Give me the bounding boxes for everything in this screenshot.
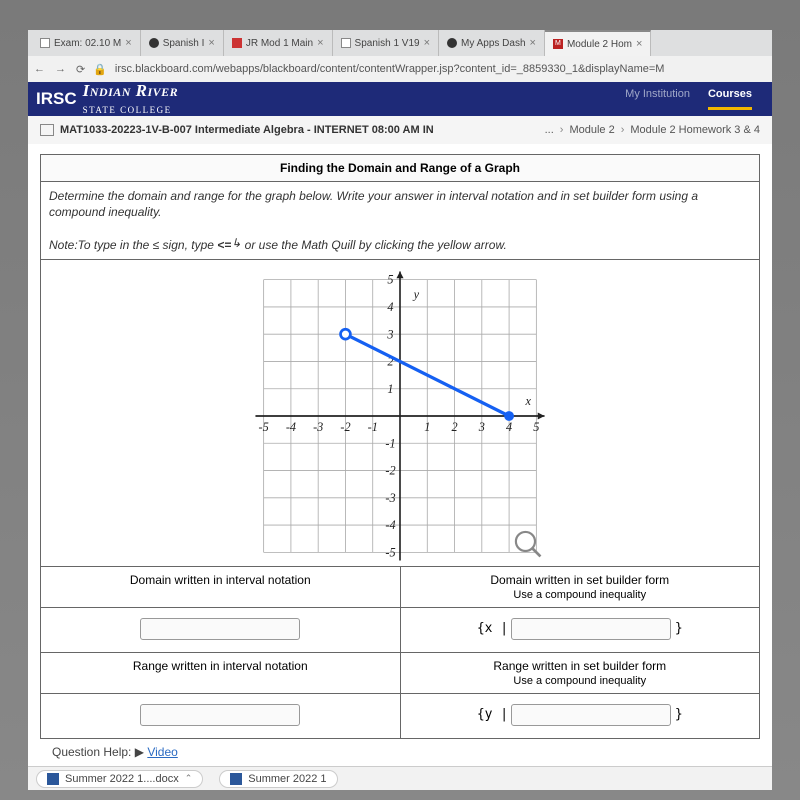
browser-tab-bar: Exam: 02.10 M × Spanish I × JR Mod 1 Mai… [28,30,772,56]
nav-my-institution[interactable]: My Institution [625,88,690,110]
svg-text:4: 4 [387,300,393,314]
breadcrumb-dots[interactable]: ... [545,124,554,136]
svg-text:-2: -2 [340,420,350,434]
tab-exam[interactable]: Exam: 02.10 M × [32,30,141,56]
range-set-label: Range written in set builder form Use a … [400,652,760,693]
close-icon[interactable]: × [636,38,642,50]
svg-text:-2: -2 [385,463,395,477]
url-text[interactable]: irsc.blackboard.com/webapps/blackboard/c… [115,63,665,75]
svg-text:5: 5 [387,272,393,286]
set-close-brace: } [675,621,683,636]
breadcrumb-course[interactable]: MAT1033-20223-1V-B-007 Intermediate Alge… [60,124,434,136]
tab-label: My Apps Dash [461,38,525,49]
question-title: Finding the Domain and Range of a Graph [41,155,760,182]
reload-icon[interactable]: ⟳ [76,63,85,76]
question-instructions: Determine the domain and range for the g… [41,182,760,260]
range-interval-label: Range written in interval notation [41,652,401,693]
range-set-input[interactable] [511,704,671,726]
book-icon [40,124,54,136]
tab-label: Exam: 02.10 M [54,38,121,49]
download-chip[interactable]: Summer 2022 1....docx ⌃ [36,770,203,788]
logo-sub: STATE COLLEGE [83,105,172,115]
domain-interval-label: Domain written in interval notation [41,566,401,607]
set-open-brace: {x | [477,621,508,636]
svg-text:-4: -4 [286,420,296,434]
close-icon[interactable]: × [125,37,131,49]
svg-text:-4: -4 [385,518,395,532]
svg-text:1: 1 [424,420,430,434]
svg-text:x: x [524,394,531,408]
forward-icon[interactable]: → [55,63,66,76]
close-icon[interactable]: × [317,37,323,49]
graph-cell: -5-4-3-2-1 12345 54321 -1-2-3-4-5 yx [41,259,760,566]
word-file-icon [230,773,242,785]
close-icon[interactable]: × [208,37,214,49]
coordinate-graph: -5-4-3-2-1 12345 54321 -1-2-3-4-5 yx [250,266,550,566]
close-icon[interactable]: × [530,37,536,49]
svg-text:3: 3 [386,327,393,341]
tab-label: Spanish 1 V19 [355,38,420,49]
play-icon: ▶ [135,745,144,759]
nav-courses[interactable]: Courses [708,88,752,110]
breadcrumb: MAT1033-20223-1V-B-007 Intermediate Alge… [28,116,772,144]
svg-text:y: y [412,287,420,301]
content-area: Finding the Domain and Range of a Graph … [28,144,772,766]
svg-text:-3: -3 [313,420,323,434]
svg-text:-3: -3 [385,491,395,505]
question-table: Finding the Domain and Range of a Graph … [40,154,760,739]
set-open-brace: {y | [477,707,508,722]
domain-set-input[interactable] [511,618,671,640]
download-filename: Summer 2022 1....docx [65,773,179,785]
logo-brand: Indian River [83,81,179,100]
svg-text:3: 3 [478,420,485,434]
svg-text:-5: -5 [385,545,395,559]
lock-icon: 🔒 [93,63,107,76]
breadcrumb-hw[interactable]: Module 2 Homework 3 & 4 [630,124,760,136]
tab-module2-hw[interactable]: M Module 2 Hom × [545,30,651,56]
domain-interval-input[interactable] [140,618,300,640]
svg-text:-1: -1 [368,420,378,434]
tab-label: Module 2 Hom [567,39,632,50]
tab-spanish1[interactable]: Spanish I × [141,30,224,56]
downloads-bar: Summer 2022 1....docx ⌃ Summer 2022 1 [28,766,772,790]
url-bar: ← → ⟳ 🔒 irsc.blackboard.com/webapps/blac… [28,56,772,82]
tab-jr-mod[interactable]: JR Mod 1 Main × [224,30,333,56]
logo-prefix: IRSC [36,89,77,109]
svg-text:2: 2 [451,420,457,434]
closed-endpoint [504,411,514,421]
open-endpoint [341,329,351,339]
svg-text:-1: -1 [385,436,395,450]
download-chip[interactable]: Summer 2022 1 [219,770,337,788]
svg-text:4: 4 [506,420,512,434]
range-interval-input[interactable] [140,704,300,726]
word-file-icon [47,773,59,785]
tab-label: JR Mod 1 Main [246,38,313,49]
tab-myapps[interactable]: My Apps Dash × [439,30,545,56]
zoom-icon[interactable] [516,532,541,557]
svg-text:1: 1 [387,382,393,396]
site-header: IRSC Indian River STATE COLLEGE My Insti… [28,82,772,116]
chevron-up-icon[interactable]: ⌃ [185,773,193,784]
domain-set-label: Domain written in set builder form Use a… [400,566,760,607]
download-filename: Summer 2022 1 [248,773,326,785]
video-link[interactable]: Video [147,745,177,759]
set-close-brace: } [675,707,683,722]
close-icon[interactable]: × [424,37,430,49]
tab-label: Spanish I [163,38,205,49]
back-icon[interactable]: ← [34,63,45,76]
question-help-row: Question Help: ▶ Video [40,739,760,765]
tab-spanish-v19[interactable]: Spanish 1 V19 × [333,30,440,56]
breadcrumb-module[interactable]: Module 2 [569,124,614,136]
svg-text:-5: -5 [259,420,269,434]
svg-text:5: 5 [533,420,539,434]
